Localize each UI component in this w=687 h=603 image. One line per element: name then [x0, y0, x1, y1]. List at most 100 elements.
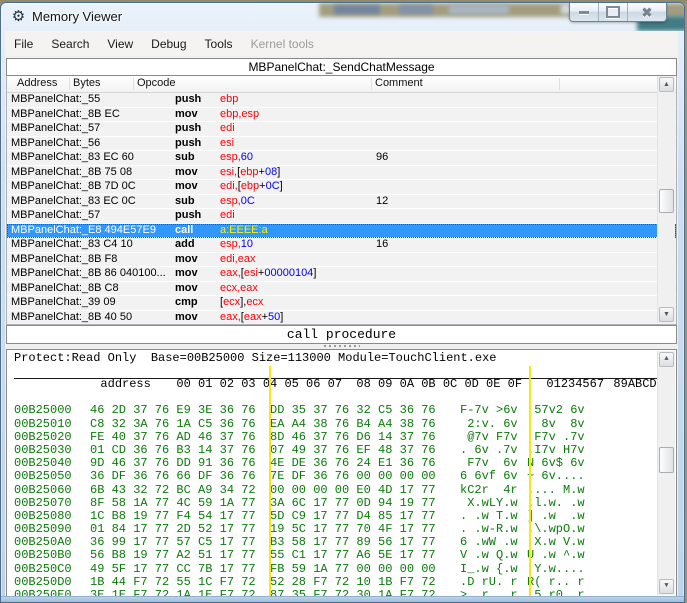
instruction-bytes: E8 494E57E9: [88, 224, 156, 236]
hex-scrollbar[interactable]: ▲ ▼: [657, 351, 675, 595]
hex-ascii-header-low: 01234567: [546, 378, 604, 391]
hex-row[interactable]: 00B25020FE 40 37 76 AD 46 37 768D 46 37 …: [7, 431, 676, 444]
instruction-mnemonic: mov: [175, 267, 198, 281]
menu-search[interactable]: Search: [42, 34, 98, 54]
instruction-bytes: 8B F8: [88, 253, 117, 265]
hex-row[interactable]: 00B250B056 B8 19 77 A2 51 17 7755 C1 17 …: [7, 549, 676, 562]
scroll-up-icon[interactable]: ▲: [659, 77, 674, 92]
menu-view[interactable]: View: [98, 34, 142, 54]
disasm-column-header[interactable]: Address Bytes Opcode Comment: [7, 76, 676, 93]
title-bar[interactable]: ⚙ Memory Viewer ✖: [1, 3, 684, 31]
ascii-low: I_.w {.w: [460, 563, 518, 576]
hex-bytes-low: 49 5F 17 77 CC 7B 17 77: [90, 563, 256, 576]
window-bottom-border: [1, 596, 684, 602]
operand-segment: ecx: [223, 296, 240, 308]
scrollbar-thumb[interactable]: [659, 447, 674, 473]
ascii-low: X.wLY.w: [460, 497, 518, 510]
splitter-grip-icon: [324, 345, 360, 347]
hex-row[interactable]: 00B2500046 2D 37 76 E9 3E 36 76DD 35 37 …: [7, 404, 676, 417]
scroll-down-icon[interactable]: ▼: [659, 579, 674, 594]
disasm-row[interactable]: MBPanelChat:_57pushedi: [7, 122, 676, 137]
hex-row[interactable]: 00B250606B 43 32 72 BC A9 34 7200 00 00 …: [7, 484, 676, 497]
disasm-row[interactable]: MBPanelChat:_83 EC 60subesp,6096: [7, 151, 676, 166]
column-header-bytes[interactable]: Bytes: [73, 77, 101, 89]
minimize-button[interactable]: [570, 3, 598, 21]
close-button[interactable]: ✖: [627, 3, 666, 21]
operand-segment: edi,eax: [220, 253, 255, 265]
disasm-row[interactable]: MBPanelChat:_56pushesi: [7, 137, 676, 152]
disasm-row[interactable]: MBPanelChat:_E8 494E57E9calla:EEEE:a: [7, 224, 676, 239]
ascii-high: :l.w. .w: [527, 497, 586, 510]
hex-row[interactable]: 00B2505036 DF 36 76 66 DF 36 767E DF 36 …: [7, 470, 676, 483]
operand-segment: eax: [244, 311, 262, 323]
column-header-opcode[interactable]: Opcode: [137, 77, 176, 89]
ascii-low: @7v F7v: [460, 431, 518, 444]
menu-file[interactable]: File: [5, 34, 42, 54]
disasm-rows: MBPanelChat:_55pushebpMBPanelChat:_8B EC…: [7, 93, 676, 325]
instruction-address: MBPanelChat:_: [7, 108, 88, 122]
instruction-mnemonic: push: [175, 209, 201, 223]
menu-debug[interactable]: Debug: [142, 34, 195, 54]
menu-tools[interactable]: Tools: [196, 34, 242, 54]
instruction-bytes: 57: [88, 209, 100, 221]
instruction-address: MBPanelChat:_: [7, 180, 88, 194]
operand-segment: esp,: [220, 195, 241, 207]
disasm-row[interactable]: MBPanelChat:_39 09cmp[ecx],ecx: [7, 296, 676, 311]
scroll-down-icon[interactable]: ▼: [659, 307, 674, 322]
operand-segment: 10: [241, 238, 253, 250]
disasm-row[interactable]: MBPanelChat:_57pushedi: [7, 209, 676, 224]
hex-bytes-high: 3A 6C 17 77 0D 94 19 77: [270, 497, 436, 510]
disasm-row[interactable]: MBPanelChat:_8B F8movedi,eax: [7, 253, 676, 268]
ascii-low: 6 6vf 6v: [460, 470, 518, 483]
maximize-button[interactable]: [598, 3, 627, 21]
scrollbar-thumb[interactable]: [659, 189, 674, 213]
window-controls: ✖: [569, 3, 667, 22]
disasm-row[interactable]: MBPanelChat:_55pushebp: [7, 93, 676, 108]
panel-splitter[interactable]: [6, 344, 677, 348]
instruction-operands: esi,[ebp+08]: [220, 166, 280, 180]
instruction-mnemonic: mov: [175, 166, 198, 180]
hex-row[interactable]: 00B25010C8 32 3A 76 1A C5 36 76EA A4 38 …: [7, 418, 676, 431]
hex-bytes-low: C8 32 3A 76 1A C5 36 76: [90, 418, 256, 431]
operand-segment: 08: [265, 166, 277, 178]
column-header-address[interactable]: Address: [17, 77, 57, 89]
instruction-mnemonic: push: [175, 137, 201, 151]
disassembly-panel[interactable]: AddressBytesOpcodeComment MBPanelChat:_5…: [6, 76, 677, 325]
hex-bytes-high: FB 59 1A 77 00 00 00 00: [270, 563, 436, 576]
disasm-row[interactable]: MBPanelChat:_8B ECmovebp,esp: [7, 108, 676, 123]
disasm-row[interactable]: MBPanelChat:_8B 7D 0Cmovedi,[ebp+0C]: [7, 180, 676, 195]
disasm-scrollbar[interactable]: ▲ ▼: [657, 76, 675, 323]
operand-segment: ]: [313, 267, 316, 279]
hex-bytes-low: FE 40 37 76 AD 46 37 76: [90, 431, 256, 444]
instruction-bytes: 83 EC 0C: [88, 195, 136, 207]
instruction-bytes: 57: [88, 122, 100, 134]
hex-row[interactable]: 00B250708F 58 1A 77 4C 59 1A 773A 6C 17 …: [7, 497, 676, 510]
minimize-icon: [579, 11, 589, 14]
instruction-address: MBPanelChat:_: [7, 122, 88, 136]
hex-row-address: 00B25060: [14, 484, 74, 497]
ascii-high: 57v2 6v: [527, 404, 586, 417]
disasm-row[interactable]: MBPanelChat:_8B 40 50moveax,[eax+50]: [7, 311, 676, 326]
hex-row[interactable]: 00B250C049 5F 17 77 CC 7B 17 77FB 59 1A …: [7, 563, 676, 576]
operand-segment: 60: [241, 151, 253, 163]
instruction-address: MBPanelChat:_: [7, 267, 88, 281]
instruction-address: MBPanelChat:_: [7, 238, 88, 252]
column-header-comment[interactable]: Comment: [375, 77, 423, 89]
disasm-row[interactable]: MBPanelChat:_83 C4 10addesp,1016: [7, 238, 676, 253]
disasm-row[interactable]: MBPanelChat:_8B C8movecx,eax: [7, 282, 676, 297]
instruction-bytes: 8B C8: [88, 282, 119, 294]
instruction-operands: esp,0C: [220, 195, 255, 209]
disasm-row[interactable]: MBPanelChat:_8B 86 040100...moveax,[esi+…: [7, 267, 676, 282]
memory-viewer-window: ⚙ Memory Viewer ✖ FileSearchViewDebugToo…: [0, 2, 685, 603]
hex-row-address: 00B25020: [14, 431, 74, 444]
hex-view-panel[interactable]: Protect:Read Only Base=00B25000 Size=113…: [6, 349, 677, 602]
hex-row-address: 00B25010: [14, 418, 74, 431]
column-separator: [69, 78, 70, 90]
hex-bytes-low: 8F 58 1A 77 4C 59 1A 77: [90, 497, 256, 510]
cheat-engine-icon: ⚙: [10, 8, 27, 25]
disasm-row[interactable]: MBPanelChat:_83 EC 0Csubesp,0C12: [7, 195, 676, 210]
ascii-high: Y.w....: [527, 563, 586, 576]
instruction-operands: [ecx],ecx: [220, 296, 263, 310]
disasm-row[interactable]: MBPanelChat:_8B 75 08movesi,[ebp+08]: [7, 166, 676, 181]
scroll-up-icon[interactable]: ▲: [659, 352, 674, 367]
